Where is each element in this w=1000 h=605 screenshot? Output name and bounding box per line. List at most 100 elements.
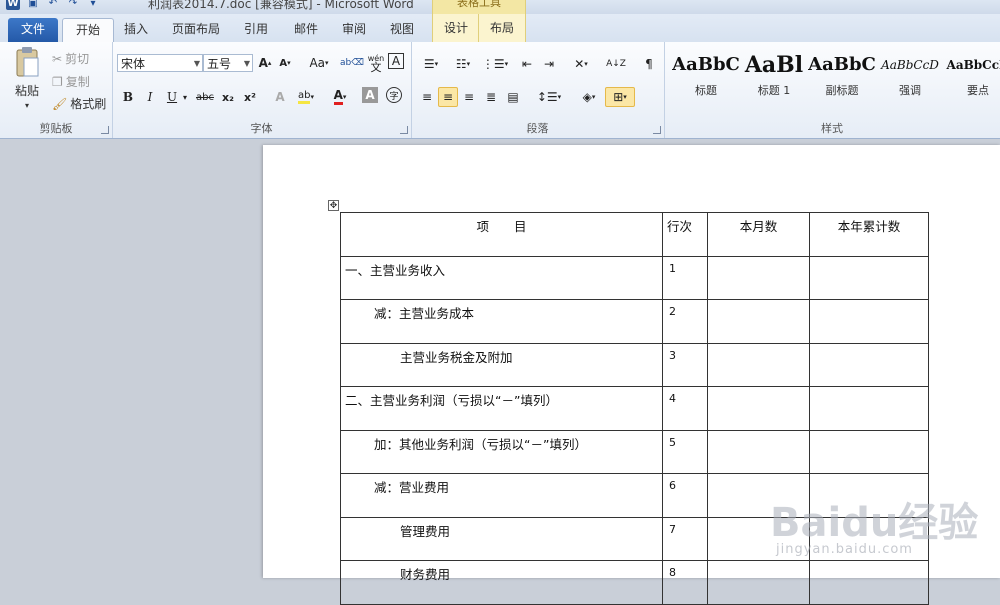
tab-file[interactable]: 文件: [8, 18, 58, 42]
tab-page-layout[interactable]: 页面布局: [166, 18, 226, 42]
align-center-icon[interactable]: ≡: [438, 87, 458, 107]
align-right-icon[interactable]: ≡: [459, 87, 479, 107]
underline-button[interactable]: U: [162, 87, 182, 107]
row-item-cell[interactable]: 一、主营业务收入: [340, 255, 663, 300]
paste-button[interactable]: 粘贴 ▾: [12, 46, 42, 110]
row-line-cell[interactable]: 4: [662, 386, 708, 431]
row-ytd-cell[interactable]: [809, 342, 929, 387]
font-color-dropdown-icon[interactable]: ▾: [343, 93, 347, 101]
highlight-button[interactable]: ab ▾: [294, 87, 318, 107]
strikethrough-button[interactable]: abc: [194, 87, 216, 107]
row-month-cell[interactable]: [707, 299, 810, 344]
copy-button[interactable]: ❐ 复制: [52, 73, 90, 90]
tab-home[interactable]: 开始: [62, 18, 114, 44]
customize-qat-icon[interactable]: ▾: [86, 0, 100, 10]
row-line-cell[interactable]: 6: [662, 473, 708, 518]
show-marks-icon[interactable]: ¶: [639, 54, 659, 74]
style-strong[interactable]: AaBbCcD 要点: [944, 50, 1000, 100]
bold-button[interactable]: B: [118, 87, 138, 107]
tab-layout[interactable]: 布局: [478, 14, 526, 42]
sort-button[interactable]: A↓Z: [605, 54, 627, 74]
tab-design[interactable]: 设计: [432, 14, 480, 42]
clipboard-launcher-icon[interactable]: [101, 126, 109, 134]
format-painter-button[interactable]: 🖌 格式刷: [52, 95, 106, 112]
decrease-indent-icon[interactable]: ⇤: [517, 54, 537, 74]
word-app-icon[interactable]: W: [6, 0, 20, 10]
row-ytd-cell[interactable]: [809, 299, 929, 344]
character-border-icon[interactable]: A: [388, 53, 404, 69]
row-item-cell[interactable]: 加：其他业务利润（亏损以“－”填列）: [340, 429, 663, 474]
shrink-font-icon[interactable]: A ▾: [275, 53, 295, 73]
borders-icon[interactable]: ⊞ ▾: [605, 87, 635, 107]
row-month-cell[interactable]: [707, 386, 810, 431]
tab-view[interactable]: 视图: [382, 18, 422, 42]
text-effects-icon[interactable]: A: [270, 87, 290, 107]
superscript-button[interactable]: x²: [240, 87, 260, 107]
character-shading-button[interactable]: A: [362, 87, 378, 103]
row-month-cell[interactable]: [707, 429, 810, 474]
cut-button[interactable]: ✂ 剪切: [52, 50, 89, 67]
style-title[interactable]: AaBbC 标题: [672, 50, 740, 100]
row-ytd-cell[interactable]: [809, 255, 929, 300]
bullets-icon[interactable]: ☰ ▾: [417, 54, 445, 74]
row-item-cell[interactable]: 财务费用: [340, 560, 663, 605]
table-move-handle-icon[interactable]: ✥: [328, 200, 339, 211]
row-line-cell[interactable]: 8: [662, 560, 708, 605]
justify-icon[interactable]: ≣: [481, 87, 501, 107]
row-month-cell[interactable]: [707, 342, 810, 387]
row-ytd-cell[interactable]: [809, 386, 929, 431]
subscript-button[interactable]: x₂: [218, 87, 238, 107]
underline-dropdown-icon[interactable]: ▾: [180, 87, 190, 107]
align-left-icon[interactable]: ≡: [417, 87, 437, 107]
distributed-icon[interactable]: ▤: [503, 87, 523, 107]
tab-references[interactable]: 引用: [236, 18, 276, 42]
line-spacing-icon[interactable]: ↕☰ ▾: [535, 87, 563, 107]
header-this-month[interactable]: 本月数: [707, 212, 810, 257]
row-line-cell[interactable]: 7: [662, 516, 708, 561]
save-icon[interactable]: ▣: [26, 0, 40, 10]
undo-icon[interactable]: ↶: [46, 0, 60, 10]
row-item-cell[interactable]: 主营业务税金及附加: [340, 342, 663, 387]
numbering-icon[interactable]: ☷ ▾: [449, 54, 477, 74]
row-item-cell[interactable]: 管理费用: [340, 516, 663, 561]
font-name-dropdown-icon[interactable]: ▼: [194, 55, 200, 73]
change-case-dropdown-icon[interactable]: ▾: [325, 59, 329, 67]
style-heading1[interactable]: AaBl 标题 1: [740, 50, 808, 100]
font-size-dropdown-icon[interactable]: ▼: [244, 55, 250, 73]
row-item-cell[interactable]: 二、主营业务利润（亏损以“－”填列）: [340, 386, 663, 431]
increase-indent-icon[interactable]: ⇥: [539, 54, 559, 74]
font-size-combo[interactable]: 五号 ▼: [203, 54, 253, 72]
row-line-cell[interactable]: 2: [662, 299, 708, 344]
header-line-no[interactable]: 行次: [662, 212, 708, 257]
redo-icon[interactable]: ↷: [66, 0, 80, 10]
tab-insert[interactable]: 插入: [116, 18, 156, 42]
header-year-to-date[interactable]: 本年累计数: [809, 212, 929, 257]
highlight-dropdown-icon[interactable]: ▾: [310, 93, 314, 101]
row-line-cell[interactable]: 3: [662, 342, 708, 387]
grow-font-icon[interactable]: A ▴: [255, 53, 275, 73]
change-case-button[interactable]: Aa ▾: [306, 53, 332, 73]
paste-dropdown-icon[interactable]: ▾: [25, 101, 29, 110]
tab-mailings[interactable]: 邮件: [286, 18, 326, 42]
row-ytd-cell[interactable]: [809, 429, 929, 474]
tab-review[interactable]: 审阅: [334, 18, 374, 42]
font-color-button[interactable]: A ▾: [328, 87, 352, 107]
chinese-layout-icon[interactable]: ✕ ▾: [567, 54, 595, 74]
style-emphasis[interactable]: AaBbCcD 强调: [876, 50, 944, 100]
font-name-combo[interactable]: 宋体 ▼: [117, 54, 203, 72]
clear-format-icon[interactable]: ab⌫: [340, 53, 364, 73]
style-subtitle[interactable]: AaBbC 副标题: [808, 50, 876, 100]
paragraph-launcher-icon[interactable]: [653, 126, 661, 134]
italic-button[interactable]: I: [140, 87, 160, 107]
phonetic-guide-button[interactable]: wén 文: [366, 53, 386, 73]
enclose-characters-button[interactable]: 字: [386, 87, 402, 103]
row-line-cell[interactable]: 1: [662, 255, 708, 300]
shading-icon[interactable]: ◈ ▾: [575, 87, 603, 107]
font-launcher-icon[interactable]: [400, 126, 408, 134]
header-item[interactable]: 项 目: [340, 212, 663, 257]
row-item-cell[interactable]: 减：营业费用: [340, 473, 663, 518]
row-item-cell[interactable]: 减：主营业务成本: [340, 299, 663, 344]
row-line-cell[interactable]: 5: [662, 429, 708, 474]
row-month-cell[interactable]: [707, 255, 810, 300]
multilevel-list-icon[interactable]: ⋮☰ ▾: [481, 54, 509, 74]
